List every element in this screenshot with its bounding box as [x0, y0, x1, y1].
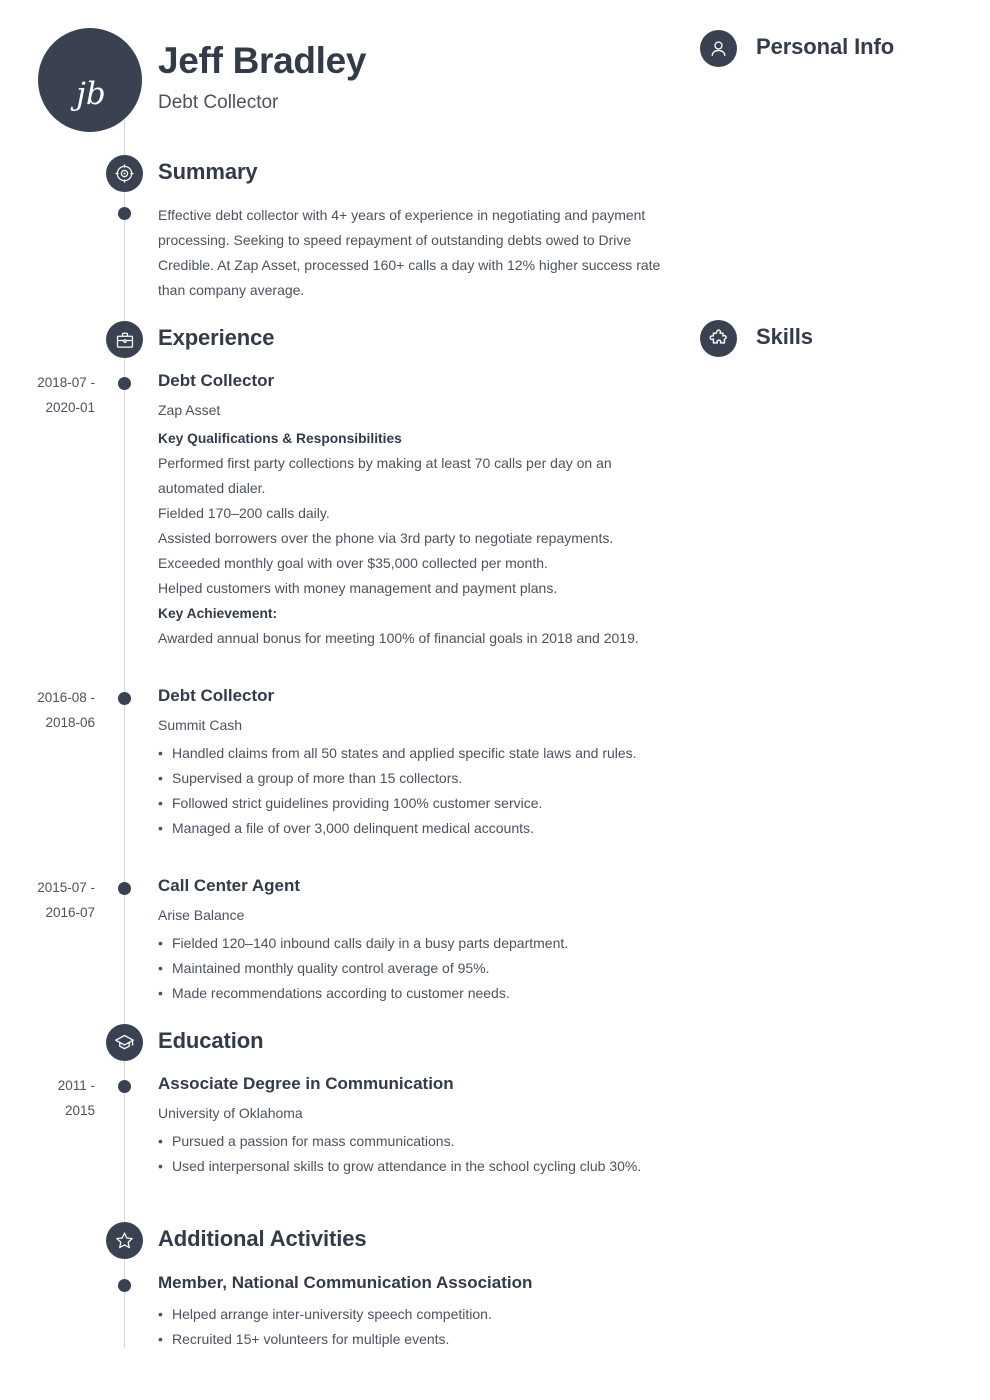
- job-title: Debt Collector: [158, 92, 279, 113]
- section-personal-info-heading: Personal Info: [700, 30, 990, 70]
- resume-header: jb Jeff Bradley Debt Collector: [0, 0, 690, 140]
- list-item: Maintained monthly quality control avera…: [158, 956, 668, 981]
- entry-bullet-list: Fielded 120–140 inbound calls daily in a…: [158, 931, 668, 1006]
- list-item: Made recommendations according to custom…: [158, 981, 668, 1006]
- date-range-start: 2015-07 -: [37, 880, 95, 895]
- entry-body: Call Center Agent Arise Balance Fielded …: [158, 875, 668, 1006]
- timeline-dot: [118, 692, 131, 705]
- entry-title: Call Center Agent: [158, 876, 301, 895]
- list-item: Handled claims from all 50 states and ap…: [158, 741, 668, 766]
- puzzle-piece-icon: [700, 320, 737, 357]
- entry-line: Exceeded monthly goal with over $35,000 …: [158, 555, 548, 571]
- entry-bullet-list: Handled claims from all 50 states and ap…: [158, 741, 668, 841]
- timeline-rail: [124, 120, 125, 1348]
- entry-subheading: Key Qualifications & Responsibilities: [158, 431, 402, 446]
- entry-organization: Arise Balance: [158, 907, 245, 923]
- entry-title: Associate Degree in Communication: [158, 1074, 454, 1093]
- section-additional-activities-heading: Additional Activities: [0, 1222, 690, 1262]
- entry-subheading: Key Achievement:: [158, 606, 278, 621]
- entry-line: Fielded 170–200 calls daily.: [158, 505, 330, 521]
- entry-dates: 2011 - 2015: [0, 1073, 95, 1123]
- entry-title: Debt Collector: [158, 371, 275, 390]
- star-icon: [106, 1222, 143, 1259]
- list-item: Fielded 120–140 inbound calls daily in a…: [158, 931, 668, 956]
- entry-bullet-list: Pursued a passion for mass communication…: [158, 1129, 668, 1179]
- timeline-dot: [118, 1279, 131, 1292]
- date-range-end: 2015: [64, 1103, 95, 1118]
- date-range-end: 2020-01: [45, 400, 95, 415]
- side-column: Personal Info Phone 918-760-9971 E-mail …: [690, 0, 990, 1400]
- entry-bullet-list: Helped arrange inter-university speech c…: [158, 1302, 668, 1352]
- entry-body: Member, National Communication Associati…: [158, 1272, 668, 1352]
- resume-page: jb Jeff Bradley Debt Collector Summary E…: [0, 0, 990, 1400]
- entry-organization: Summit Cash: [158, 717, 243, 733]
- date-range-start: 2011 -: [57, 1078, 95, 1093]
- section-title: Skills: [756, 324, 813, 349]
- timeline-dot: [118, 207, 131, 220]
- entry-line: Helped customers with money management a…: [158, 580, 558, 596]
- date-range-end: 2016-07: [45, 905, 95, 920]
- entry-dates: 2015-07 - 2016-07: [0, 875, 95, 925]
- section-title: Personal Info: [756, 34, 895, 59]
- date-range-start: 2016-08 -: [37, 690, 95, 705]
- list-item: Recruited 15+ volunteers for multiple ev…: [158, 1327, 668, 1352]
- entry-line: Assisted borrowers over the phone via 3r…: [158, 530, 614, 546]
- section-education-heading: Education: [0, 1024, 690, 1064]
- avatar-initials: jb: [76, 76, 106, 112]
- section-skills-heading: Skills: [700, 320, 990, 360]
- person-icon: [700, 30, 737, 67]
- section-title: Experience: [158, 325, 275, 350]
- entry-body: Debt Collector Summit Cash Handled claim…: [158, 685, 668, 841]
- date-range-start: 2018-07 -: [37, 375, 95, 390]
- entry-dates: 2018-07 - 2020-01: [0, 370, 95, 420]
- list-item: Pursued a passion for mass communication…: [158, 1129, 668, 1154]
- entry-title: Member, National Communication Associati…: [158, 1273, 533, 1292]
- date-range-end: 2018-06: [45, 715, 95, 730]
- target-icon: [106, 155, 143, 192]
- entry-dates: 2016-08 - 2018-06: [0, 685, 95, 735]
- summary-text: Effective debt collector with 4+ years o…: [158, 207, 661, 298]
- section-experience-heading: Experience: [0, 321, 690, 361]
- entry-body: Associate Degree in Communication Univer…: [158, 1073, 668, 1179]
- section-title: Summary: [158, 159, 258, 184]
- avatar: jb: [38, 28, 142, 132]
- section-title: Additional Activities: [158, 1226, 367, 1251]
- entry-title: Debt Collector: [158, 686, 275, 705]
- timeline-dot: [118, 882, 131, 895]
- timeline-dot: [118, 1080, 131, 1093]
- page-title: Jeff Bradley: [158, 40, 367, 81]
- entry-body: Debt Collector Zap Asset Key Qualificati…: [158, 370, 668, 651]
- list-item: Supervised a group of more than 15 colle…: [158, 766, 668, 791]
- main-column: jb Jeff Bradley Debt Collector Summary E…: [0, 0, 690, 1400]
- list-item: Helped arrange inter-university speech c…: [158, 1302, 668, 1327]
- timeline-dot: [118, 377, 131, 390]
- list-item: Managed a file of over 3,000 delinquent …: [158, 816, 668, 841]
- entry-organization: Zap Asset: [158, 402, 221, 418]
- entry-achievement: Awarded annual bonus for meeting 100% of…: [158, 630, 639, 646]
- entry-organization: University of Oklahoma: [158, 1105, 303, 1121]
- list-item: Used interpersonal skills to grow attend…: [158, 1154, 668, 1179]
- graduation-cap-icon: [106, 1024, 143, 1061]
- briefcase-icon: [106, 321, 143, 358]
- list-item: Followed strict guidelines providing 100…: [158, 791, 668, 816]
- section-summary-heading: Summary: [0, 155, 690, 195]
- section-title: Education: [158, 1028, 264, 1053]
- entry-line: Performed first party collections by mak…: [158, 455, 612, 496]
